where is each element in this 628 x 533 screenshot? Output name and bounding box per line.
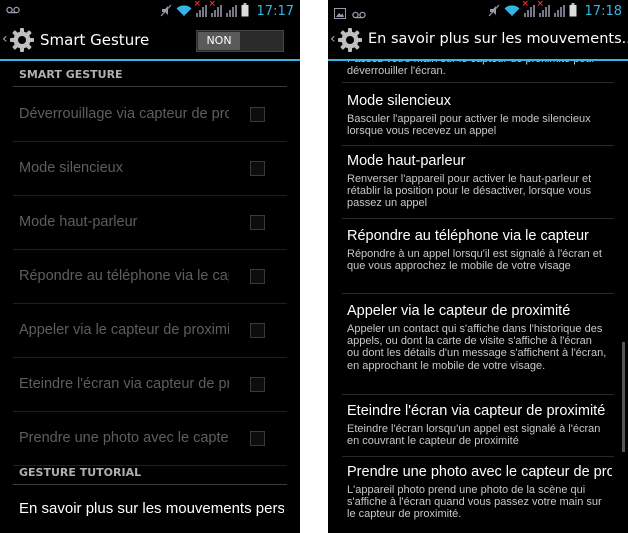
pref-label: Déverrouillage via capteur de proximité bbox=[19, 106, 229, 122]
mute-icon bbox=[488, 2, 500, 21]
mute-icon bbox=[160, 2, 172, 21]
pref-item-screen-off[interactable]: Eteindre l'écran via capteur de proximit… bbox=[13, 358, 287, 412]
signal-icon bbox=[225, 2, 237, 21]
tutorial-list: Passez votre main sur le capteur de prox… bbox=[328, 61, 628, 533]
pref-label: Mode silencieux bbox=[19, 160, 123, 176]
status-clock: 17:18 bbox=[584, 4, 622, 19]
item-title: Répondre au téléphone via le capteur bbox=[347, 228, 589, 244]
tutorial-item-silent-mode: Mode silencieux Basculer l'appareil pour… bbox=[342, 89, 614, 146]
scrollbar[interactable] bbox=[622, 342, 625, 452]
section-header-smart-gesture: SMART GESTURE bbox=[13, 63, 287, 87]
item-description: Eteindre l'écran lorsqu'un appel est sig… bbox=[347, 423, 601, 448]
tutorial-link[interactable]: En savoir plus sur les mouvements person… bbox=[13, 486, 300, 533]
pref-item-take-photo[interactable]: Prendre une photo avec le capteur bbox=[13, 412, 287, 466]
item-description: Renverser l'appareil pour activer le hau… bbox=[347, 173, 592, 210]
back-caret-icon[interactable]: ‹ bbox=[330, 31, 336, 47]
item-title: Mode haut-parleur bbox=[347, 153, 466, 169]
tutorial-item-speaker-mode: Mode haut-parleur Renverser l'appareil p… bbox=[342, 149, 614, 219]
smart-gesture-toggle[interactable]: NON bbox=[196, 30, 284, 52]
voicemail-icon bbox=[6, 4, 20, 17]
battery-icon bbox=[241, 2, 249, 21]
phone-screen-tutorial: × × 17:18 ‹ En savoir plus sur les mouve… bbox=[328, 0, 628, 533]
pref-checkbox[interactable] bbox=[250, 323, 265, 338]
tutorial-link-label: En savoir plus sur les mouvements person… bbox=[19, 500, 284, 517]
action-bar: ‹ Smart Gesture NON bbox=[0, 22, 300, 61]
tutorial-item-answer-call: Répondre au téléphone via le capteur Rép… bbox=[342, 224, 614, 294]
pref-checkbox[interactable] bbox=[250, 269, 265, 284]
partial-description: Passez votre main sur le capteur de prox… bbox=[347, 61, 595, 78]
item-description: L'appareil photo prend une photo de la s… bbox=[347, 484, 602, 521]
page-title: Smart Gesture bbox=[40, 31, 150, 49]
status-bar: × × 17:17 bbox=[0, 0, 300, 22]
back-caret-icon[interactable]: ‹ bbox=[2, 31, 8, 47]
action-bar: ‹ En savoir plus sur les mouvements... bbox=[328, 22, 628, 61]
tutorial-item-screen-off: Eteindre l'écran via capteur de proximit… bbox=[342, 399, 614, 457]
item-title: Eteindre l'écran via capteur de proximit… bbox=[347, 403, 606, 419]
pref-checkbox[interactable] bbox=[250, 377, 265, 392]
toggle-label: NON bbox=[198, 32, 240, 50]
section-header-gesture-tutorial: GESTURE TUTORIAL bbox=[13, 461, 287, 485]
pref-label: Eteindre l'écran via capteur de proximit… bbox=[19, 376, 229, 392]
pref-checkbox[interactable] bbox=[250, 215, 265, 230]
pref-checkbox[interactable] bbox=[250, 431, 265, 446]
pref-item-speaker-mode[interactable]: Mode haut-parleur bbox=[13, 196, 287, 250]
tutorial-item-take-photo: Prendre une photo avec le capteur de pro… bbox=[342, 460, 614, 532]
pref-checkbox[interactable] bbox=[250, 107, 265, 122]
item-title: Prendre une photo avec le capteur de pro… bbox=[347, 464, 612, 480]
pref-item-proximity-call[interactable]: Appeler via le capteur de proximité bbox=[13, 304, 287, 358]
gear-icon[interactable] bbox=[337, 27, 363, 53]
tutorial-item-proximity-call: Appeler via le capteur de proximité Appe… bbox=[342, 299, 614, 395]
status-clock: 17:17 bbox=[256, 4, 294, 19]
wifi-icon bbox=[504, 2, 520, 21]
phone-screen-smart-gesture: × × 17:17 ‹ Smart Gesture NON SMART GEST… bbox=[0, 0, 300, 533]
item-description: Appeler un contact qui s'affiche dans l'… bbox=[347, 323, 607, 372]
item-title: Appeler via le capteur de proximité bbox=[347, 303, 571, 319]
page-title: En savoir plus sur les mouvements... bbox=[368, 31, 628, 47]
signal-icon: × bbox=[522, 0, 535, 21]
pref-label: Mode haut-parleur bbox=[19, 214, 138, 230]
pref-item-answer-call[interactable]: Répondre au téléphone via le capteur bbox=[13, 250, 287, 304]
signal-icon: × bbox=[537, 0, 550, 21]
pref-checkbox[interactable] bbox=[250, 161, 265, 176]
voicemail-icon bbox=[352, 4, 366, 23]
wifi-icon bbox=[176, 2, 192, 21]
pref-label: Prendre une photo avec le capteur bbox=[19, 430, 229, 446]
item-description: Basculer l'appareil pour activer le mode… bbox=[347, 113, 591, 138]
item-description: Répondre à un appel lorsqu'il est signal… bbox=[347, 248, 602, 273]
signal-icon: × bbox=[209, 0, 222, 21]
divider bbox=[342, 82, 614, 83]
pref-label: Appeler via le capteur de proximité bbox=[19, 322, 229, 338]
item-title: Mode silencieux bbox=[347, 93, 451, 109]
battery-icon bbox=[569, 2, 577, 21]
pref-item-unlock[interactable]: Déverrouillage via capteur de proximité bbox=[13, 88, 287, 142]
pref-label: Répondre au téléphone via le capteur bbox=[19, 268, 229, 284]
preferences-list: SMART GESTURE Déverrouillage via capteur… bbox=[0, 61, 300, 533]
notification-icon bbox=[334, 4, 346, 23]
pref-item-silent-mode[interactable]: Mode silencieux bbox=[13, 142, 287, 196]
status-bar: × × 17:18 bbox=[328, 0, 628, 22]
signal-icon: × bbox=[194, 0, 207, 21]
signal-icon bbox=[553, 2, 565, 21]
gear-icon[interactable] bbox=[9, 27, 35, 53]
